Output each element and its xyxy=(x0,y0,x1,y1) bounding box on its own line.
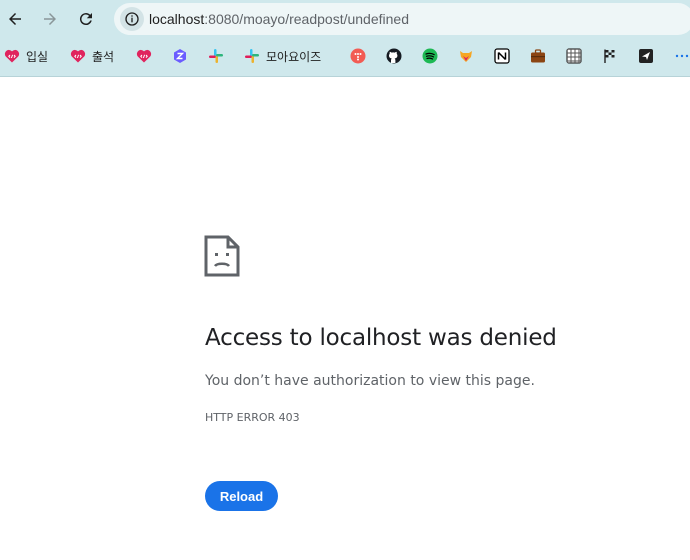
arrow-left-icon xyxy=(9,13,21,25)
notion-icon xyxy=(494,48,510,64)
bookmark-item[interactable] xyxy=(422,46,438,66)
browser-toolbar: localhost:8080/moayo/readpost/undefined … xyxy=(0,0,690,77)
url-text[interactable]: localhost:8080/moayo/readpost/undefined xyxy=(149,11,409,27)
bookmark-item[interactable] xyxy=(494,46,510,66)
reload-button[interactable]: Reload xyxy=(205,481,278,511)
address-bar[interactable]: localhost:8080/moayo/readpost/undefined xyxy=(114,3,690,35)
bookmark-label: 입실 xyxy=(26,49,49,64)
briefcase-icon xyxy=(531,49,545,63)
send-icon xyxy=(639,49,653,63)
back-button[interactable] xyxy=(2,6,28,32)
fox-icon xyxy=(460,51,472,62)
heart-code-icon xyxy=(136,49,152,63)
slack-icon xyxy=(245,49,259,63)
bookmark-item[interactable] xyxy=(350,46,366,66)
bookmark-label: 출석 xyxy=(92,49,115,64)
heart-code-icon xyxy=(4,49,20,63)
bookmark-label: 모아요이즈 xyxy=(266,49,322,64)
refresh-icon xyxy=(79,13,92,26)
grid-pattern-icon xyxy=(566,48,582,64)
bookmark-item[interactable] xyxy=(566,46,582,66)
sad-document-icon xyxy=(204,235,240,277)
forward-button[interactable] xyxy=(37,6,63,32)
checkered-flag-icon xyxy=(604,49,615,63)
site-info-icon[interactable] xyxy=(120,7,144,31)
bookmark-item[interactable] xyxy=(386,46,402,66)
reload-browser-button[interactable] xyxy=(73,6,99,32)
error-description: You don’t have authorization to view thi… xyxy=(205,373,535,389)
bookmark-item[interactable] xyxy=(530,46,546,66)
bookmarks-bar: 입실 출석 모아요이즈 xyxy=(0,42,690,70)
dots-circle-icon xyxy=(350,48,366,64)
bookmark-item[interactable]: 출석 xyxy=(70,46,114,66)
more-icon xyxy=(675,54,689,58)
github-icon xyxy=(386,48,402,64)
bookmark-item[interactable] xyxy=(458,46,474,66)
bookmark-item[interactable]: 입실 xyxy=(4,46,48,66)
heart-code-icon xyxy=(70,49,86,63)
bookmark-item[interactable] xyxy=(602,46,618,66)
slack-icon xyxy=(209,49,223,63)
url-path: :8080/moayo/readpost/undefined xyxy=(204,11,409,27)
bookmark-item[interactable] xyxy=(136,46,152,66)
z-badge-icon xyxy=(174,49,186,63)
info-icon xyxy=(125,12,139,26)
error-code: HTTP ERROR 403 xyxy=(205,411,300,424)
error-title: Access to localhost was denied xyxy=(205,325,557,351)
arrow-right-icon xyxy=(44,13,56,25)
bookmark-item[interactable] xyxy=(208,46,224,66)
bookmark-overflow[interactable] xyxy=(674,46,690,66)
spotify-icon xyxy=(422,48,438,64)
bookmark-item[interactable] xyxy=(638,46,654,66)
bookmark-item[interactable] xyxy=(172,46,188,66)
bookmark-item[interactable]: 모아요이즈 xyxy=(244,46,321,66)
url-host: localhost xyxy=(149,11,205,27)
